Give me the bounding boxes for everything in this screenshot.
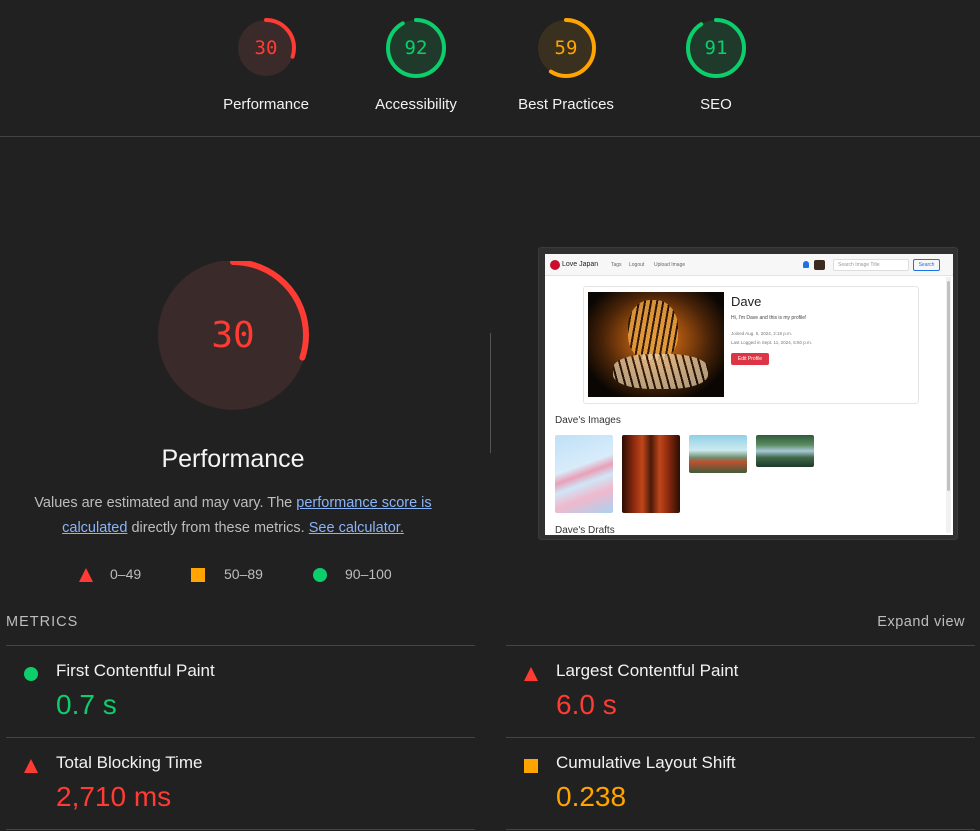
nav-link-upload: Upload Image: [654, 262, 686, 268]
gauge-label: Best Practices: [518, 96, 614, 113]
score-summary: 30 Performance 92 Accessibility 59 Best …: [0, 0, 980, 137]
performance-description: Values are estimated and may vary. The p…: [20, 491, 446, 541]
legend-label: 90–100: [345, 566, 392, 582]
final-screenshot[interactable]: Love Japan Tags Logout Upload Image Sear…: [538, 247, 958, 540]
triangle-icon: [24, 759, 38, 773]
gauge-accessibility[interactable]: 92 Accessibility: [341, 17, 491, 113]
metric-title: Cumulative Layout Shift: [556, 753, 736, 772]
performance-title: Performance: [161, 445, 305, 473]
metric-total-blocking-time: Total Blocking Time 2,710 ms: [6, 737, 476, 829]
screenshot-navbar: Love Japan Tags Logout Upload Image Sear…: [545, 254, 953, 276]
performance-gauge-large: 30: [155, 261, 311, 417]
gauge-ring: 92: [385, 17, 447, 79]
divider: [506, 829, 975, 830]
screenshot-scrollbar: [946, 277, 951, 533]
profile-last-logged: Last Logged in Sept. 11, 2024, 5:50 p.m.: [731, 340, 812, 345]
screenshot-search-button: Search: [913, 259, 940, 271]
square-icon: [524, 759, 538, 773]
circle-icon: [313, 568, 327, 582]
gauge-score: 59: [554, 37, 578, 59]
metric-value: 2,710 ms: [56, 781, 172, 812]
profile-joined: Joined Aug. 5, 2024, 2:18 p.m.: [731, 331, 793, 336]
gauge-label: Performance: [223, 96, 309, 113]
profile-image: [588, 292, 724, 397]
metric-title: Total Blocking Time: [56, 753, 203, 772]
see-calculator-link[interactable]: See calculator.: [309, 520, 404, 536]
legend-label: 0–49: [110, 566, 142, 582]
thumbnail-image: [689, 435, 747, 473]
gauge-performance[interactable]: 30 Performance: [191, 17, 341, 113]
vertical-divider: [490, 333, 491, 453]
screenshot-page: Love Japan Tags Logout Upload Image Sear…: [545, 254, 953, 535]
gauge-score: 91: [704, 37, 728, 59]
metric-value: 0.7 s: [56, 689, 117, 720]
drafts-heading: Dave's Drafts: [555, 525, 615, 535]
metric-title: First Contentful Paint: [56, 661, 215, 680]
gauge-ring: 91: [685, 17, 747, 79]
metrics-heading: METRICS: [6, 614, 79, 630]
brand-logo-icon: [550, 260, 560, 270]
gauge-label: SEO: [700, 96, 732, 113]
performance-score: 30: [211, 315, 255, 356]
gauge-ring: 59: [535, 17, 597, 79]
gauge-score: 30: [254, 37, 278, 59]
nav-link-logout: Logout: [629, 262, 645, 268]
thumbnail-image: [622, 435, 680, 513]
gauge-ring: 30: [235, 17, 297, 79]
scrollbar-thumb: [947, 281, 950, 491]
nav-link-tags: Tags: [611, 262, 622, 268]
thumbnail-image: [555, 435, 613, 513]
square-icon: [191, 568, 205, 582]
metric-value: 6.0 s: [556, 689, 617, 720]
avatar: [814, 260, 825, 270]
description-text-middle: directly from these metrics.: [127, 520, 309, 536]
metric-title: Largest Contentful Paint: [556, 661, 739, 680]
profile-name: Dave: [731, 294, 762, 309]
profile-bio: Hi, I'm Dave and this is my profile!: [731, 315, 807, 321]
metric-largest-contentful-paint: Largest Contentful Paint 6.0 s: [506, 645, 976, 737]
metric-first-contentful-paint: First Contentful Paint 0.7 s: [6, 645, 476, 737]
metric-value: 0.238: [556, 781, 627, 812]
bell-icon: [803, 261, 809, 268]
edit-profile-button: Edit Profile: [731, 353, 769, 365]
circle-icon: [24, 667, 38, 681]
images-heading: Dave's Images: [555, 415, 621, 426]
triangle-icon: [79, 568, 93, 582]
legend-label: 50–89: [224, 566, 263, 582]
triangle-icon: [524, 667, 538, 681]
gauge-label: Accessibility: [375, 96, 457, 113]
screenshot-search-input: Search Image Title: [833, 259, 909, 271]
gauge-seo[interactable]: 91 SEO: [641, 17, 791, 113]
gauge-best-practices[interactable]: 59 Best Practices: [491, 17, 641, 113]
metric-cumulative-layout-shift: Cumulative Layout Shift 0.238: [506, 737, 976, 829]
thumbnail-image: [756, 435, 814, 467]
gauge-score: 92: [404, 37, 428, 59]
expand-view-button[interactable]: Expand view: [877, 614, 965, 630]
description-text: Values are estimated and may vary. The: [34, 495, 297, 511]
screenshot-brand: Love Japan: [562, 261, 599, 268]
divider: [6, 829, 475, 830]
